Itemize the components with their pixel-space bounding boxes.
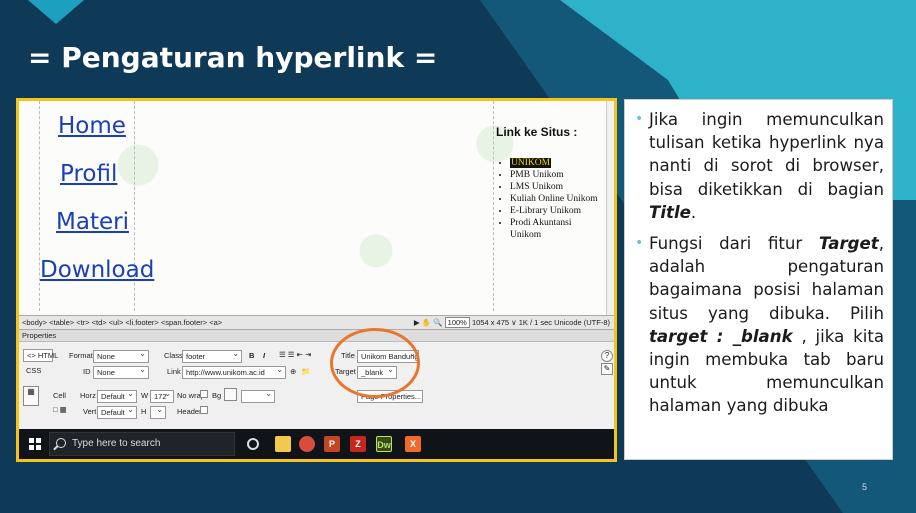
hand-tool-icon[interactable]: ✋: [422, 318, 431, 327]
page-number: 5: [862, 482, 868, 492]
link-list: UNIKOM PMB Unikom LMS Unikom Kuliah Onli…: [510, 157, 604, 241]
w-label: W: [141, 391, 149, 400]
search-placeholder: Type here to search: [72, 438, 161, 449]
nowrap-checkbox[interactable]: [200, 390, 208, 398]
link-item[interactable]: PMB Unikom: [510, 169, 604, 181]
powerpoint-icon[interactable]: P: [324, 436, 340, 452]
status-right: ▶ ✋ 🔍 100% 1054 x 475 ∨ 1K / 1 sec Unico…: [414, 316, 610, 329]
format-select[interactable]: None: [93, 350, 149, 363]
bg-color-swatch[interactable]: [224, 388, 237, 401]
horz-label: Horz: [80, 391, 96, 400]
explanation-bullet-target: Fungsi dari fitur Target, adalah pengatu…: [635, 232, 884, 418]
explanation-bullet-title: Jika ingin memunculkan tulisan ketika hy…: [635, 108, 884, 224]
link-item[interactable]: E-Library Unikom: [510, 205, 604, 217]
link-heading: Link ke Situs :: [496, 125, 578, 139]
decorative-triangle: [28, 0, 84, 24]
nav-link-materi[interactable]: Materi: [56, 209, 129, 235]
xampp-icon[interactable]: X: [405, 436, 421, 452]
header-checkbox[interactable]: [200, 406, 208, 414]
quick-tag-icon[interactable]: ✎: [601, 363, 613, 375]
merge-split-icons[interactable]: □ ▦: [53, 404, 67, 416]
width-input[interactable]: 172: [150, 390, 174, 403]
bold-button[interactable]: B: [249, 350, 254, 362]
link-item[interactable]: Kuliah Online Unikom: [510, 193, 604, 205]
cell-label: Cell: [53, 391, 66, 400]
bg-color-input[interactable]: [241, 390, 275, 403]
nav-column: Home Profil Materi Download: [39, 101, 154, 311]
taskbar-search[interactable]: Type here to search: [49, 432, 235, 456]
header-label: Header: [177, 407, 202, 416]
vertical-scrollbar[interactable]: [606, 101, 614, 315]
horz-select[interactable]: Default: [97, 390, 137, 403]
nav-link-profil[interactable]: Profil: [60, 161, 117, 187]
italic-button[interactable]: I: [263, 350, 265, 362]
search-icon: [56, 438, 66, 448]
format-label: Format: [69, 351, 93, 360]
class-label: Class: [164, 351, 183, 360]
tag-path[interactable]: <body> <table> <tr> <td> <ul> <li.footer…: [22, 318, 222, 327]
id-label: ID: [83, 367, 91, 376]
bg-label: Bg: [212, 391, 222, 400]
select-tool-icon[interactable]: ▶: [414, 318, 420, 327]
code-icon: <>: [27, 351, 36, 360]
explanation-box: Jika ingin memunculkan tulisan ketika hy…: [624, 99, 893, 460]
dreamweaver-screenshot: Home Profil Materi Download Link ke Situ…: [16, 98, 617, 462]
chrome-icon[interactable]: [299, 436, 315, 452]
filezilla-icon[interactable]: Z: [350, 436, 366, 452]
vert-select[interactable]: Default: [97, 406, 137, 419]
html-mode-button[interactable]: <> HTML: [23, 349, 58, 362]
window-size-status: 1054 x 475 ∨ 1K / 1 sec Unicode (UTF-8): [471, 318, 610, 327]
file-explorer-icon[interactable]: [275, 436, 291, 452]
class-select[interactable]: footer: [182, 350, 242, 363]
link-item[interactable]: UNIKOM: [510, 157, 604, 169]
link-column: Link ke Situs : UNIKOM PMB Unikom LMS Un…: [493, 101, 607, 311]
windows-start-icon[interactable]: [29, 438, 41, 450]
link-label: Link: [167, 367, 181, 376]
link-item[interactable]: Prodi Akuntansi Unikom: [510, 217, 604, 241]
zoom-tool-icon[interactable]: 🔍: [433, 318, 442, 327]
link-item[interactable]: LMS Unikom: [510, 181, 604, 193]
properties-panel: Properties <> HTML CSS Format None ID No…: [19, 329, 614, 429]
id-select[interactable]: None: [93, 366, 149, 379]
h-label: H: [141, 407, 147, 416]
list-buttons[interactable]: ☰ ☰ ⇤ ⇥: [279, 349, 311, 361]
css-mode-button[interactable]: CSS: [23, 365, 53, 378]
help-icon[interactable]: ?: [601, 350, 613, 362]
link-input[interactable]: http://www.unikom.ac.id: [182, 366, 286, 379]
vert-label: Vert: [83, 407, 97, 416]
nav-link-home[interactable]: Home: [58, 113, 126, 139]
height-input[interactable]: [150, 406, 166, 419]
dreamweaver-icon[interactable]: Dw: [376, 436, 392, 452]
nav-link-download[interactable]: Download: [40, 257, 154, 283]
design-view: Home Profil Materi Download Link ke Situ…: [19, 101, 614, 315]
point-to-file-icon[interactable]: ⊕: [290, 366, 296, 378]
table-cell-icon: ▦: [23, 386, 39, 406]
slide-title: = Pengaturan hyperlink =: [28, 41, 438, 74]
highlight-circle: [330, 328, 420, 398]
windows-taskbar: Type here to search P Z Dw X: [19, 429, 614, 459]
cortana-icon[interactable]: [247, 438, 259, 450]
browse-folder-icon[interactable]: 📁: [301, 366, 310, 378]
tag-selector-bar: <body> <table> <tr> <td> <ul> <li.footer…: [19, 315, 614, 329]
properties-header: Properties: [19, 330, 614, 342]
zoom-select[interactable]: 100%: [444, 317, 470, 328]
